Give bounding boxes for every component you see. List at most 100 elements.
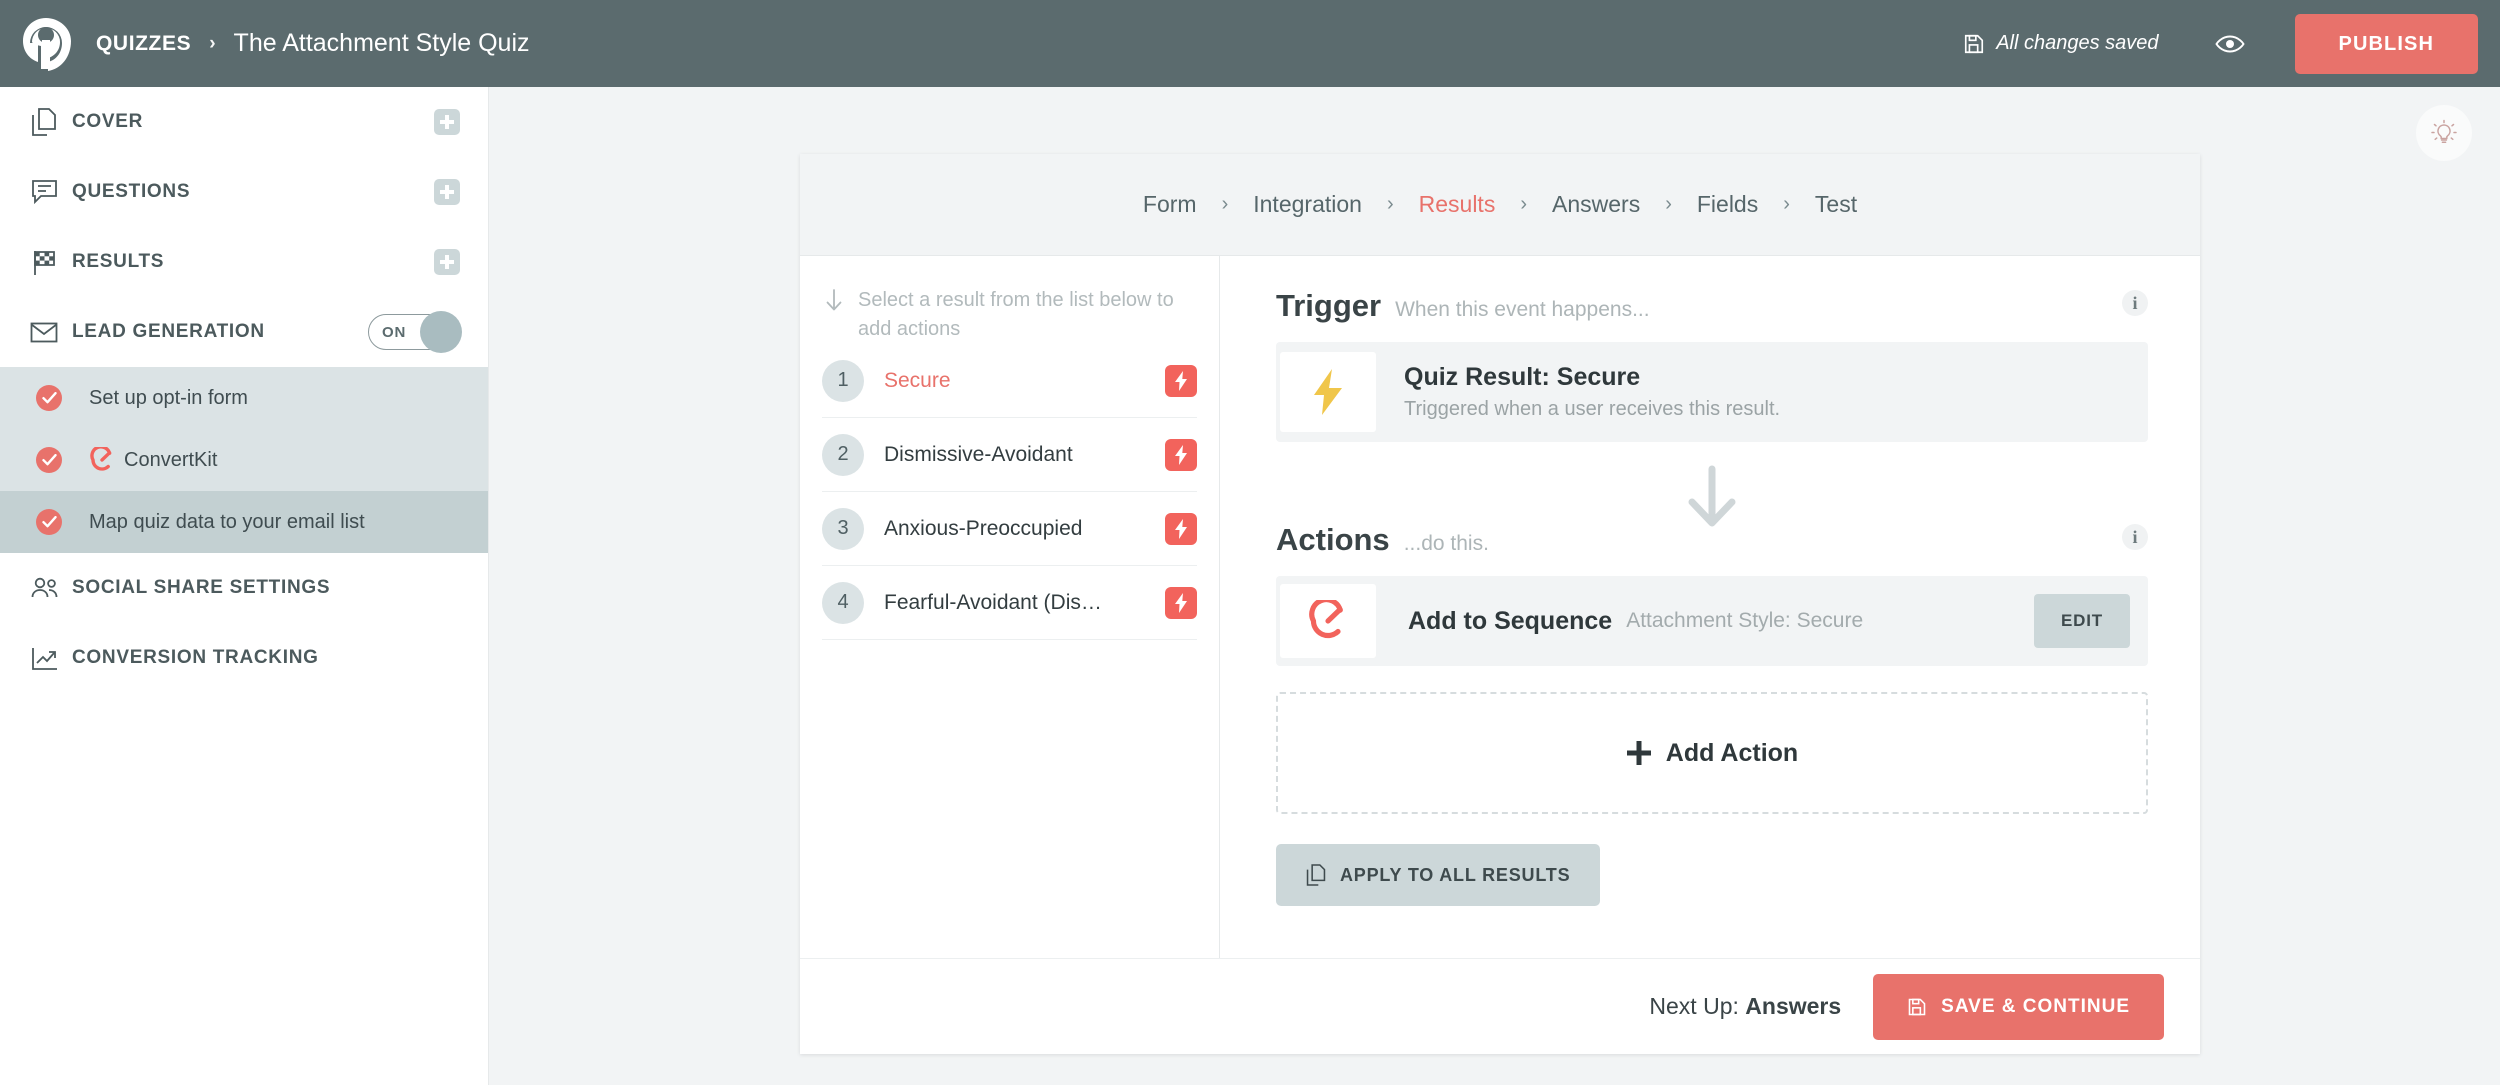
- bolt-chip-icon[interactable]: [1165, 364, 1197, 397]
- next-up-indicator: Next Up: Answers: [1649, 993, 1841, 1020]
- sidebar-item-questions[interactable]: QUESTIONS: [0, 157, 488, 227]
- sidebar-item-label: SOCIAL SHARE SETTINGS: [72, 577, 331, 598]
- arrow-down-icon: [826, 289, 842, 311]
- trigger-section-header: Trigger When this event happens... i: [1276, 288, 2148, 324]
- trigger-title: Trigger: [1276, 288, 1382, 323]
- preview-button[interactable]: [2214, 33, 2245, 55]
- lead-generation-toggle[interactable]: ON: [368, 311, 462, 353]
- tab-results[interactable]: Results: [1419, 191, 1496, 218]
- result-row-fearful-avoidant[interactable]: 4 Fearful-Avoidant (Dis…: [822, 566, 1197, 640]
- breadcrumb-separator-icon: ›: [209, 32, 216, 54]
- results-hint-label: Select a result from the list below to a…: [858, 289, 1174, 340]
- convertkit-icon: [89, 447, 115, 473]
- chevron-right-icon: ›: [1783, 193, 1790, 215]
- save-and-continue-label: SAVE & CONTINUE: [1941, 995, 2130, 1017]
- bolt-chip-icon[interactable]: [1165, 438, 1197, 471]
- copy-pages-icon: [16, 108, 72, 136]
- trigger-event-title: Quiz Result: Secure: [1404, 363, 1641, 391]
- lightning-bolt-icon: [1280, 352, 1376, 432]
- result-row-dismissive-avoidant[interactable]: 2 Dismissive-Avoidant: [822, 418, 1197, 492]
- sidebar-item-label: QUESTIONS: [72, 181, 191, 202]
- result-name: Anxious-Preoccupied: [884, 516, 1083, 540]
- bolt-chip-icon[interactable]: [1165, 512, 1197, 545]
- trigger-subtitle: When this event happens...: [1395, 298, 1650, 321]
- add-action-button[interactable]: Add Action: [1276, 692, 2148, 814]
- edit-action-button[interactable]: EDIT: [2034, 594, 2130, 648]
- result-row-anxious-preoccupied[interactable]: 3 Anxious-Preoccupied: [822, 492, 1197, 566]
- add-question-button[interactable]: [434, 179, 460, 205]
- sidebar-item-label: COVER: [72, 111, 144, 132]
- sidebar: COVER QUESTIONS RESULTS LEAD GENERATION …: [0, 87, 489, 1085]
- card-footer: Next Up: Answers SAVE & CONTINUE: [800, 958, 2200, 1054]
- lightbulb-icon: [2431, 119, 2457, 143]
- add-cover-button[interactable]: [434, 109, 460, 135]
- action-row-add-to-sequence[interactable]: Add to Sequence Attachment Style: Secure…: [1276, 576, 2148, 666]
- chevron-right-icon: ›: [1221, 193, 1229, 215]
- next-up-prefix: Next Up:: [1649, 993, 1746, 1019]
- help-tips-button[interactable]: [2416, 105, 2472, 161]
- trigger-event-card[interactable]: Quiz Result: Secure Triggered when a use…: [1276, 342, 2148, 442]
- plus-icon: [1626, 741, 1651, 765]
- results-hint: Select a result from the list below to a…: [822, 286, 1197, 344]
- save-and-continue-button[interactable]: SAVE & CONTINUE: [1873, 973, 2164, 1040]
- tab-integration[interactable]: Integration: [1253, 191, 1362, 218]
- result-index: 2: [822, 433, 864, 476]
- sidebar-subitem-label: ConvertKit: [124, 448, 218, 471]
- result-name: Dismissive-Avoidant: [884, 442, 1073, 466]
- bolt-chip-icon[interactable]: [1165, 586, 1197, 619]
- sidebar-item-social-share-settings[interactable]: SOCIAL SHARE SETTINGS: [0, 553, 488, 623]
- toggle-state-label: ON: [382, 323, 407, 341]
- actions-info-icon[interactable]: i: [2122, 524, 2148, 550]
- breadcrumb-quizzes[interactable]: QUIZZES: [96, 32, 191, 56]
- next-up-value: Answers: [1745, 993, 1842, 1019]
- check-circle-icon: [36, 385, 62, 411]
- eye-icon: [2214, 35, 2245, 52]
- sidebar-subitem-label: Map quiz data to your email list: [89, 510, 365, 533]
- content-area: Form › Integration › Results › Answers ›…: [489, 87, 2500, 1085]
- arrow-down-large-icon: [1688, 465, 1736, 527]
- card-body: Select a result from the list below to a…: [800, 256, 2200, 958]
- tab-answers[interactable]: Answers: [1552, 191, 1640, 218]
- result-name: Secure: [884, 368, 951, 392]
- tab-fields[interactable]: Fields: [1697, 191, 1758, 218]
- publish-button[interactable]: PUBLISH: [2294, 13, 2478, 74]
- integration-card: Form › Integration › Results › Answers ›…: [800, 154, 2200, 1054]
- actions-title: Actions: [1276, 522, 1390, 557]
- top-bar-actions: All changes saved PUBLISH: [1963, 0, 2500, 87]
- action-title: Add to Sequence: [1408, 606, 1613, 635]
- sidebar-item-label: LEAD GENERATION: [72, 321, 265, 342]
- tab-form[interactable]: Form: [1143, 191, 1197, 218]
- result-row-secure[interactable]: 1 Secure: [822, 344, 1197, 418]
- floppy-disk-icon: [1965, 34, 1984, 53]
- sidebar-item-cover[interactable]: COVER: [0, 87, 488, 157]
- quiz-logo-icon: [23, 17, 71, 71]
- tab-test[interactable]: Test: [1815, 191, 1857, 218]
- sidebar-subitem-map-quiz-data[interactable]: Map quiz data to your email list: [0, 491, 488, 553]
- card-breadcrumb: Form › Integration › Results › Answers ›…: [800, 154, 2200, 256]
- result-index: 3: [822, 507, 864, 550]
- apply-to-all-results-label: APPLY TO ALL RESULTS: [1340, 864, 1571, 885]
- apply-to-all-results-button[interactable]: APPLY TO ALL RESULTS: [1276, 844, 1601, 906]
- sidebar-item-results[interactable]: RESULTS: [0, 227, 488, 297]
- top-bar: QUIZZES › The Attachment Style Quiz All …: [0, 0, 2500, 87]
- sidebar-subitem-set-up-opt-in-form[interactable]: Set up opt-in form: [0, 367, 488, 429]
- app-logo[interactable]: [0, 16, 92, 72]
- result-index: 1: [822, 359, 864, 402]
- trigger-event-description: Triggered when a user receives this resu…: [1404, 398, 1781, 420]
- save-status-label: All changes saved: [1996, 32, 2159, 54]
- trigger-event-text: Quiz Result: Secure Triggered when a use…: [1404, 363, 1780, 421]
- flow-arrow: [1276, 464, 2148, 528]
- sidebar-item-conversion-tracking[interactable]: CONVERSION TRACKING: [0, 623, 488, 693]
- sidebar-subitem-convertkit[interactable]: ConvertKit: [0, 429, 488, 491]
- people-icon: [16, 577, 72, 599]
- trigger-info-icon[interactable]: i: [2122, 290, 2148, 316]
- add-result-button[interactable]: [434, 249, 460, 275]
- toggle-knob: [420, 311, 462, 353]
- sidebar-item-lead-generation[interactable]: LEAD GENERATION ON: [0, 297, 488, 367]
- check-circle-icon: [36, 509, 62, 535]
- add-action-label: Add Action: [1665, 738, 1799, 767]
- copy-pages-icon: [1306, 864, 1326, 886]
- page-title: The Attachment Style Quiz: [233, 29, 530, 57]
- line-chart-icon: [16, 646, 72, 671]
- check-circle-icon: [36, 447, 62, 473]
